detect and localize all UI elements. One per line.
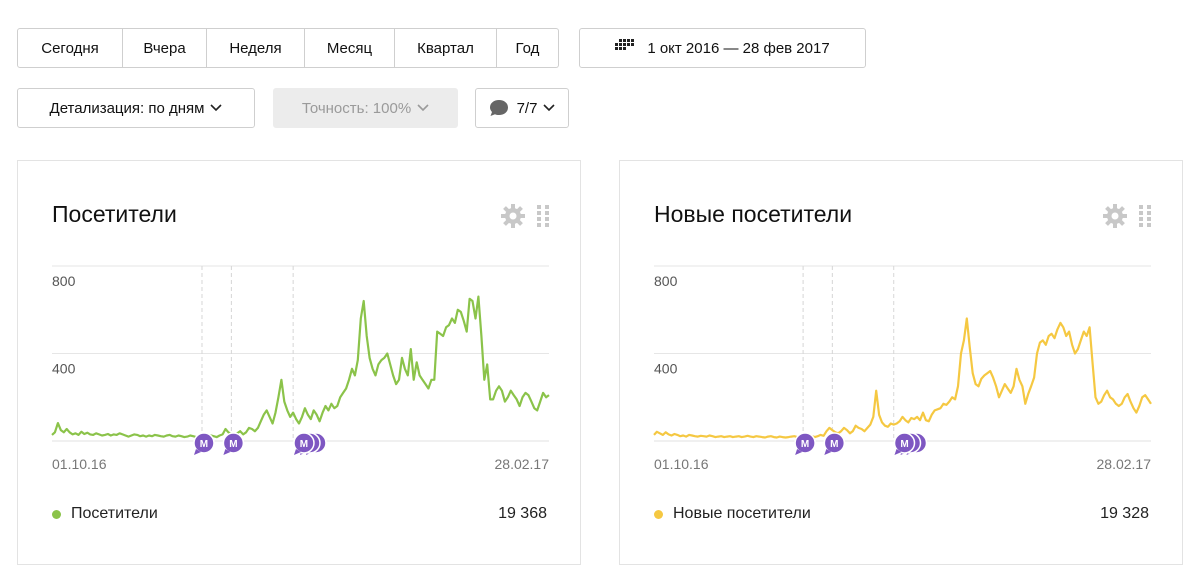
legend-dot: [654, 509, 663, 519]
note-marker: М: [823, 432, 846, 455]
svg-text:М: М: [200, 439, 208, 450]
series-line: [653, 317, 1152, 439]
legend-label: Новые посетители: [673, 505, 811, 522]
total-value: 19 368: [498, 505, 547, 522]
new-visitors-widget: Новые посетители 800 400 М М М 01.10.16 28.02.…: [619, 160, 1183, 565]
accuracy-dropdown[interactable]: Точность: 100%: [273, 88, 458, 128]
chevron-down-icon: [417, 104, 429, 112]
comment-icon: [489, 100, 508, 116]
new-visitors-chart: 800 400 М М М 01.10.16 28.02.17: [653, 265, 1152, 472]
accuracy-label: Точность: 100%: [301, 99, 412, 117]
visitors-widget: Посетители 800 400 М М М 01.10.16 28.02.17 Пос…: [17, 160, 581, 565]
series-line: [51, 295, 550, 439]
legend-label: Посетители: [71, 505, 158, 522]
y-tick-label: 400: [654, 361, 678, 377]
period-yesterday-button[interactable]: Вчера: [123, 28, 207, 68]
detail-label: Детализация: по дням: [49, 99, 205, 117]
svg-text:М: М: [229, 439, 237, 450]
note-marker: М: [222, 432, 245, 455]
total-value: 19 328: [1100, 505, 1149, 522]
notes-count: 7/7: [516, 99, 538, 117]
x-end-label: 28.02.17: [495, 456, 550, 472]
note-marker: М: [193, 432, 215, 455]
svg-text:М: М: [900, 439, 908, 450]
y-tick-label: 800: [52, 273, 76, 289]
period-selector: Сегодня Вчера Неделя Месяц Квартал Год: [17, 28, 559, 68]
period-week-button[interactable]: Неделя: [207, 28, 305, 68]
legend: Новые посетители: [654, 505, 811, 523]
notes-dropdown[interactable]: 7/7: [475, 88, 569, 128]
date-range-label: 1 окт 2016 — 28 фев 2017: [647, 39, 830, 57]
legend: Посетители: [52, 505, 158, 523]
x-start-label: 01.10.16: [654, 456, 709, 472]
legend-dot: [52, 509, 61, 519]
x-start-label: 01.10.16: [52, 456, 107, 472]
x-end-label: 28.02.17: [1097, 456, 1152, 472]
svg-text:М: М: [801, 439, 809, 450]
chevron-down-icon: [210, 104, 223, 112]
visitors-chart: 800 400 М М М 01.10.16 28.02.17: [51, 265, 550, 472]
svg-text:М: М: [300, 439, 308, 450]
date-range-button[interactable]: 1 окт 2016 — 28 фев 2017: [579, 28, 866, 68]
period-month-button[interactable]: Месяц: [305, 28, 395, 68]
svg-text:М: М: [830, 439, 838, 450]
y-tick-label: 800: [654, 273, 678, 289]
period-quarter-button[interactable]: Квартал: [395, 28, 497, 68]
note-marker: М: [794, 432, 816, 455]
detail-dropdown[interactable]: Детализация: по дням: [17, 88, 255, 128]
period-today-button[interactable]: Сегодня: [17, 28, 123, 68]
period-year-button[interactable]: Год: [497, 28, 559, 68]
chevron-down-icon: [543, 104, 555, 112]
calendar-icon: [615, 39, 635, 57]
y-tick-label: 400: [52, 361, 76, 377]
